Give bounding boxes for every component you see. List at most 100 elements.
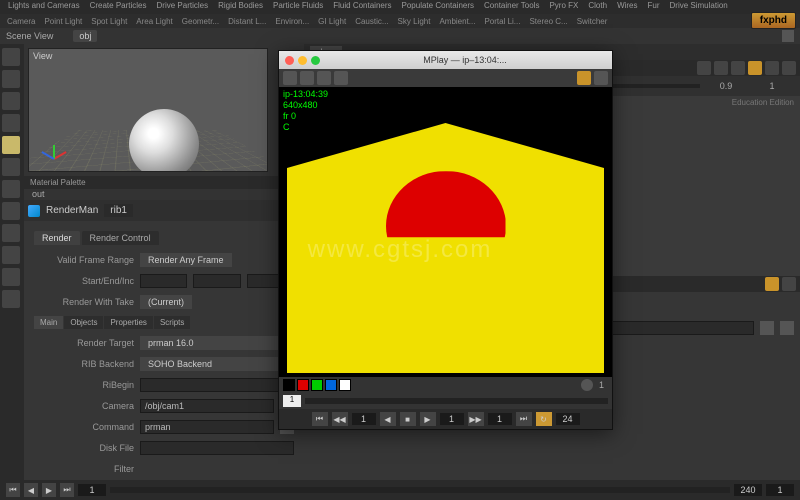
shelf-item[interactable]: Geometr... bbox=[179, 17, 222, 26]
tool-icon[interactable] bbox=[2, 246, 20, 264]
minitab-scripts[interactable]: Scripts bbox=[154, 316, 190, 329]
loop-button[interactable]: ↻ bbox=[536, 412, 552, 426]
end-frame-field[interactable]: 1 bbox=[488, 413, 512, 425]
menu-item[interactable]: Populate Containers bbox=[398, 1, 479, 13]
minitab-main[interactable]: Main bbox=[34, 316, 63, 329]
play-button[interactable]: ▶ bbox=[42, 483, 56, 497]
menu-item[interactable]: Fur bbox=[644, 1, 664, 13]
houdini-icon[interactable] bbox=[577, 71, 591, 85]
shelf-item[interactable]: Ambient... bbox=[436, 17, 478, 26]
help-icon[interactable] bbox=[782, 277, 796, 291]
view-icon[interactable] bbox=[731, 61, 745, 75]
menu-item[interactable]: Particle Fluids bbox=[269, 1, 327, 13]
3d-viewport[interactable]: View bbox=[28, 48, 268, 172]
tool-icon[interactable] bbox=[2, 224, 20, 242]
shelf-item[interactable]: Camera bbox=[4, 17, 38, 26]
gear-icon[interactable] bbox=[782, 61, 796, 75]
end-frame[interactable]: 240 bbox=[734, 484, 762, 496]
start-field[interactable] bbox=[140, 274, 187, 288]
valid-frame-dropdown[interactable]: Render Any Frame bbox=[140, 253, 232, 267]
menu-item[interactable]: Container Tools bbox=[480, 1, 543, 13]
shelf-item[interactable]: Distant L... bbox=[225, 17, 269, 26]
swatch-black[interactable] bbox=[283, 379, 295, 391]
shelf-item[interactable]: Area Light bbox=[133, 17, 175, 26]
close-icon[interactable] bbox=[285, 56, 294, 65]
tool-icon[interactable] bbox=[2, 202, 20, 220]
shelf-item[interactable]: Point Light bbox=[41, 17, 85, 26]
menu-item[interactable]: Fluid Containers bbox=[329, 1, 395, 13]
diskfile-field[interactable] bbox=[140, 441, 294, 455]
fps-field[interactable]: 24 bbox=[556, 413, 580, 425]
menu-item[interactable]: Create Particles bbox=[86, 1, 151, 13]
shelf-item[interactable]: Spot Light bbox=[88, 17, 130, 26]
rotate-tool-icon[interactable] bbox=[2, 92, 20, 110]
rib-tool-icon[interactable] bbox=[2, 136, 20, 154]
swatch-green[interactable] bbox=[311, 379, 323, 391]
info-icon[interactable] bbox=[334, 71, 348, 85]
shelf-item[interactable]: Stereo C... bbox=[526, 17, 570, 26]
prev-frame-button[interactable]: ◀◀ bbox=[332, 412, 348, 426]
minimize-icon[interactable] bbox=[298, 56, 307, 65]
layout-icon[interactable] bbox=[714, 61, 728, 75]
tool-icon[interactable] bbox=[2, 268, 20, 286]
help-icon[interactable] bbox=[765, 61, 779, 75]
main-timeline-track[interactable] bbox=[110, 487, 730, 493]
save-icon[interactable] bbox=[300, 71, 314, 85]
command-field[interactable] bbox=[140, 420, 274, 434]
menu-item[interactable]: Cloth bbox=[584, 1, 611, 13]
stop-button[interactable]: ■ bbox=[400, 412, 416, 426]
last-frame-button[interactable]: ⏭ bbox=[516, 412, 532, 426]
shelf-item[interactable]: Portal Li... bbox=[481, 17, 523, 26]
obj-breadcrumb[interactable]: obj bbox=[73, 30, 97, 42]
scale-tool-icon[interactable] bbox=[2, 114, 20, 132]
play-back-button[interactable]: ◀ bbox=[24, 483, 38, 497]
first-frame-button[interactable]: ⏮ bbox=[312, 412, 328, 426]
close-icon[interactable] bbox=[782, 30, 794, 42]
shelf-item[interactable]: Caustic... bbox=[352, 17, 391, 26]
menu-item[interactable]: Drive Simulation bbox=[666, 1, 732, 13]
menu-item[interactable]: Rigid Bodies bbox=[214, 1, 267, 13]
channel-icon[interactable] bbox=[317, 71, 331, 85]
timeline-track[interactable] bbox=[305, 398, 608, 404]
tool-icon[interactable] bbox=[2, 290, 20, 308]
shelf-item[interactable]: Sky Light bbox=[395, 17, 434, 26]
target-dropdown[interactable]: prman 16.0 bbox=[140, 336, 294, 350]
render-view[interactable]: ip-13:04:39 640x480 fr 0 C bbox=[279, 87, 612, 377]
backend-dropdown[interactable]: SOHO Backend bbox=[140, 357, 294, 371]
tool-icon[interactable] bbox=[2, 158, 20, 176]
help-icon[interactable] bbox=[594, 71, 608, 85]
first-frame-button[interactable]: ⏮ bbox=[6, 483, 20, 497]
swatch-red[interactable] bbox=[297, 379, 309, 391]
gamma-icon[interactable] bbox=[581, 379, 593, 391]
minitab-properties[interactable]: Properties bbox=[104, 316, 152, 329]
houdini-icon[interactable] bbox=[765, 277, 779, 291]
menu-item[interactable]: Wires bbox=[613, 1, 641, 13]
shelf-item[interactable]: Environ... bbox=[272, 17, 312, 26]
render-control-tab[interactable]: Render Control bbox=[82, 231, 159, 245]
ribgen-field[interactable] bbox=[140, 378, 294, 392]
swatch-white[interactable] bbox=[339, 379, 351, 391]
cur-frame[interactable]: 1 bbox=[766, 484, 794, 496]
render-tab[interactable]: Render bbox=[34, 231, 80, 245]
menu-item[interactable]: Pyro FX bbox=[545, 1, 582, 13]
swatch-blue[interactable] bbox=[325, 379, 337, 391]
shelf-item[interactable]: Switcher bbox=[574, 17, 611, 26]
select-tool-icon[interactable] bbox=[2, 48, 20, 66]
wire-icon[interactable] bbox=[697, 61, 711, 75]
camera-field[interactable] bbox=[140, 399, 274, 413]
chevron-down-icon[interactable] bbox=[780, 321, 794, 335]
open-icon[interactable] bbox=[283, 71, 297, 85]
minitab-objects[interactable]: Objects bbox=[64, 316, 103, 329]
move-tool-icon[interactable] bbox=[2, 70, 20, 88]
menu-item[interactable]: Lights and Cameras bbox=[4, 1, 84, 13]
start-frame-field[interactable]: 1 bbox=[352, 413, 376, 425]
houdini-icon[interactable] bbox=[748, 61, 762, 75]
menu-item[interactable]: Drive Particles bbox=[153, 1, 213, 13]
next-frame-button[interactable]: ▶▶ bbox=[468, 412, 484, 426]
zoom-icon[interactable] bbox=[311, 56, 320, 65]
play-back-button[interactable]: ◀ bbox=[380, 412, 396, 426]
last-frame-button[interactable]: ⏭ bbox=[60, 483, 74, 497]
frame-indicator[interactable]: 1 bbox=[283, 395, 301, 407]
tool-icon[interactable] bbox=[2, 180, 20, 198]
end-field[interactable] bbox=[193, 274, 240, 288]
